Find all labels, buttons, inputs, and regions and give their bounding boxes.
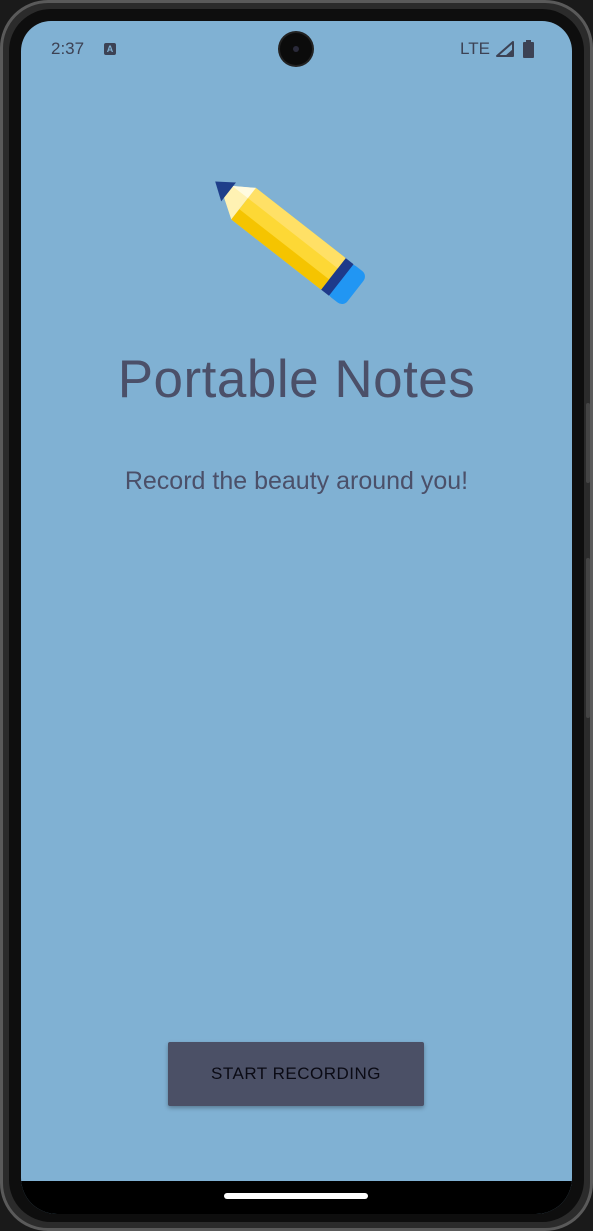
front-camera — [280, 33, 312, 65]
home-handle[interactable] — [224, 1193, 368, 1199]
start-recording-button[interactable]: START RECORDING — [168, 1042, 424, 1106]
network-type: LTE — [460, 39, 490, 58]
a-icon: A — [104, 43, 116, 55]
navigation-bar — [21, 1181, 572, 1214]
app-screen: 2:37 A LTE Portable Notes Record the bea… — [21, 21, 572, 1214]
app-title: Portable Notes — [117, 350, 476, 409]
app-subtitle: Record the beauty around you! — [124, 467, 469, 495]
power-button — [586, 558, 590, 718]
signal-icon — [496, 41, 514, 57]
phone-frame: 2:37 A LTE Portable Notes Record the bea… — [0, 0, 593, 1231]
status-bar: 2:37 A LTE — [21, 21, 572, 77]
pencil-icon — [215, 181, 365, 305]
status-time: 2:37 — [51, 39, 85, 58]
volume-button — [586, 403, 590, 483]
battery-icon — [523, 40, 534, 58]
